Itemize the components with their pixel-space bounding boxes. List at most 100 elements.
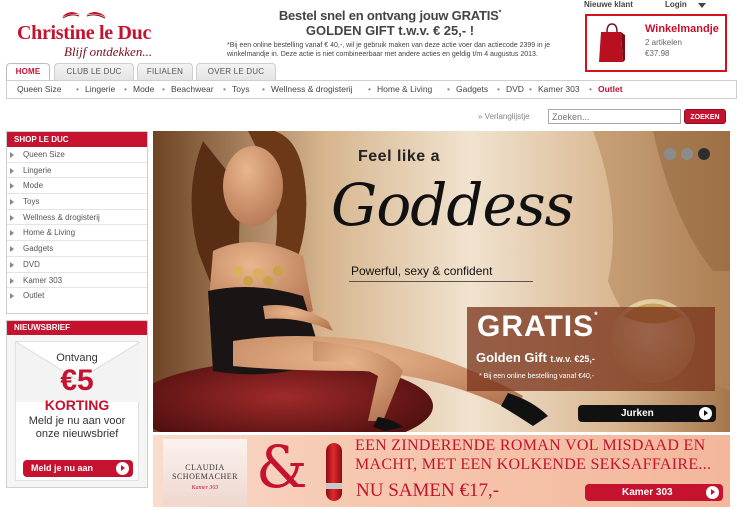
kamer-303-label: Kamer 303 <box>622 487 673 498</box>
nav-separator: • <box>529 84 532 94</box>
nav-separator: • <box>162 84 165 94</box>
hero-tagline-rule <box>349 281 533 282</box>
sidebar-item-home-living[interactable]: Home & Living <box>7 225 147 242</box>
hero-gratis: GRATIS* <box>477 310 599 343</box>
banner-copy: EEN ZINDERENDE ROMAN VOL MISDAAD EN MACH… <box>355 436 725 474</box>
logo-tagline: Blijf ontdekken... <box>64 44 153 59</box>
nav-separator: • <box>262 84 265 94</box>
account-bar: Nieuwe klant Login <box>582 0 742 11</box>
newsletter-signup-button[interactable]: Meld je nu aan <box>23 460 133 477</box>
jurken-button[interactable]: Jurken <box>578 405 716 422</box>
nav-queen-size[interactable]: Queen Size <box>17 84 61 94</box>
sidebar-item-wellness[interactable]: Wellness & drogisterij <box>7 210 147 226</box>
kamer-303-button[interactable]: Kamer 303 <box>585 484 723 501</box>
sidebar-item-lingerie[interactable]: Lingerie <box>7 163 147 179</box>
hero-condition: * Bij een online bestelling vanaf €40,- <box>479 373 595 380</box>
carousel-dot[interactable] <box>681 148 693 160</box>
hero-gratis-overlay: GRATIS* Golden Gift t.w.v. €25,- * Bij e… <box>467 307 715 391</box>
nav-separator: • <box>589 84 592 94</box>
triangle-right-icon <box>10 246 14 253</box>
newsletter-ontvang: Ontvang <box>56 352 98 364</box>
triangle-right-icon <box>10 183 14 190</box>
sidebar-item-kamer-303[interactable]: Kamer 303 <box>7 273 147 289</box>
newsletter-text-line2: onze nieuwsbrief <box>35 428 119 440</box>
triangle-right-icon <box>10 261 14 268</box>
nav-gadgets[interactable]: Gadgets <box>456 84 488 94</box>
sidebar-item-outlet[interactable]: Outlet <box>7 288 147 304</box>
sidebar-item-toys[interactable]: Toys <box>7 194 147 210</box>
category-nav: Queen Size • Lingerie • Mode • Beachwear… <box>6 80 737 99</box>
tab-filialen[interactable]: FILIALEN <box>137 63 193 80</box>
banner-ampersand: & <box>256 435 308 501</box>
product-icon <box>326 443 342 501</box>
shopping-bag-icon <box>599 23 625 62</box>
search-button[interactable]: ZOEKEN <box>684 109 726 124</box>
newsletter-amount: €5 <box>60 364 94 397</box>
nav-beachwear[interactable]: Beachwear <box>171 84 214 94</box>
triangle-right-icon <box>10 293 14 300</box>
triangle-right-icon <box>10 230 14 237</box>
book-title: Kamer 303 <box>191 485 219 491</box>
tab-club-le-duc[interactable]: CLUB LE DUC <box>54 63 134 80</box>
wishlist-link[interactable]: » Verlanglijstje <box>478 112 530 121</box>
nav-toys[interactable]: Toys <box>232 84 249 94</box>
carousel-dot[interactable] <box>664 148 676 160</box>
page: Christine le Duc Blijf ontdekken... Best… <box>0 0 745 509</box>
hero-feel-like: Feel like a <box>358 148 440 165</box>
banner-copy-line2: MACHT, MET EEN KOLKENDE SEKSAFFAIRE... <box>355 456 712 473</box>
nav-kamer-303[interactable]: Kamer 303 <box>538 84 580 94</box>
tab-over-le-duc[interactable]: OVER LE DUC <box>196 63 276 80</box>
cart-item-count: 2 artikelen <box>645 38 682 47</box>
carousel-dot-active[interactable] <box>698 148 710 160</box>
sidebar-item-dvd[interactable]: DVD <box>7 257 147 273</box>
hero-banner[interactable]: Feel like a Goddess Powerful, sexy & con… <box>153 131 730 432</box>
logo-brand: Christine le Duc <box>17 22 152 44</box>
triangle-right-icon <box>10 152 14 158</box>
triangle-right-icon <box>10 199 14 206</box>
hero-goddess: Goddess <box>331 171 574 239</box>
newsletter-title: NIEUWSBRIEF <box>7 321 147 335</box>
nav-separator: • <box>447 84 450 94</box>
banner-price: NU SAMEN €17,- <box>356 480 500 501</box>
nav-outlet[interactable]: Outlet <box>598 84 623 94</box>
triangle-right-icon <box>10 214 14 221</box>
nav-lingerie[interactable]: Lingerie <box>85 84 115 94</box>
search-input[interactable] <box>548 109 681 124</box>
newsletter-korting: KORTING <box>44 397 110 413</box>
hero-golden-gift: Golden Gift t.w.v. €25,- <box>476 350 595 365</box>
shop-sidebar: SHOP LE DUC Queen Size Lingerie Mode Toy… <box>6 131 148 314</box>
logo[interactable]: Christine le Duc Blijf ontdekken... <box>12 6 162 59</box>
sidebar-item-mode[interactable]: Mode <box>7 178 147 195</box>
nav-home-living[interactable]: Home & Living <box>377 84 432 94</box>
sidebar-item-queen-size[interactable]: Queen Size <box>7 147 147 163</box>
sidebar-item-gadgets[interactable]: Gadgets <box>7 241 147 257</box>
newsletter-card[interactable]: Ontvang €5 KORTING Meld je nu aan voor o… <box>15 341 140 481</box>
newsletter-signup-label: Meld je nu aan <box>31 463 94 473</box>
new-customer-link[interactable]: Nieuwe klant <box>584 0 633 9</box>
kamer-303-banner[interactable]: CLAUDIA SCHOEMACHER Kamer 303 & EEN ZIND… <box>153 435 730 507</box>
tab-home[interactable]: HOME <box>6 63 50 81</box>
nav-separator: • <box>497 84 500 94</box>
book-author-last: SCHOEMACHER <box>172 472 238 481</box>
arrow-right-icon <box>706 486 719 499</box>
nav-wellness[interactable]: Wellness & drogisterij <box>271 84 353 94</box>
nav-dvd[interactable]: DVD <box>506 84 524 94</box>
nav-mode[interactable]: Mode <box>133 84 154 94</box>
hero-tagline: Powerful, sexy & confident <box>351 264 493 278</box>
promo-line1: Bestel snel en ontvang jouw GRATIS* <box>278 8 502 23</box>
chevron-down-icon[interactable] <box>698 3 706 8</box>
logo-eyes-icon <box>62 11 106 19</box>
cart-total: €37.98 <box>645 49 670 58</box>
triangle-right-icon <box>10 277 14 284</box>
nav-separator: • <box>76 84 79 94</box>
arrow-right-icon <box>116 462 129 475</box>
nav-separator: • <box>124 84 127 94</box>
login-link[interactable]: Login <box>665 0 687 9</box>
sidebar-title: SHOP LE DUC <box>7 132 147 147</box>
promo-line2: GOLDEN GIFT t.w.v. € 25,- ! <box>305 23 475 38</box>
carousel-dots <box>664 147 715 165</box>
newsletter-box: NIEUWSBRIEF Ontvang €5 KORTING Meld je n… <box>6 320 148 488</box>
cart-widget[interactable]: Winkelmandje 2 artikelen €37.98 <box>585 14 727 72</box>
newsletter-text: Meld je nu aan voor onze nieuwsbrief <box>16 415 138 441</box>
nav-separator: • <box>223 84 226 94</box>
